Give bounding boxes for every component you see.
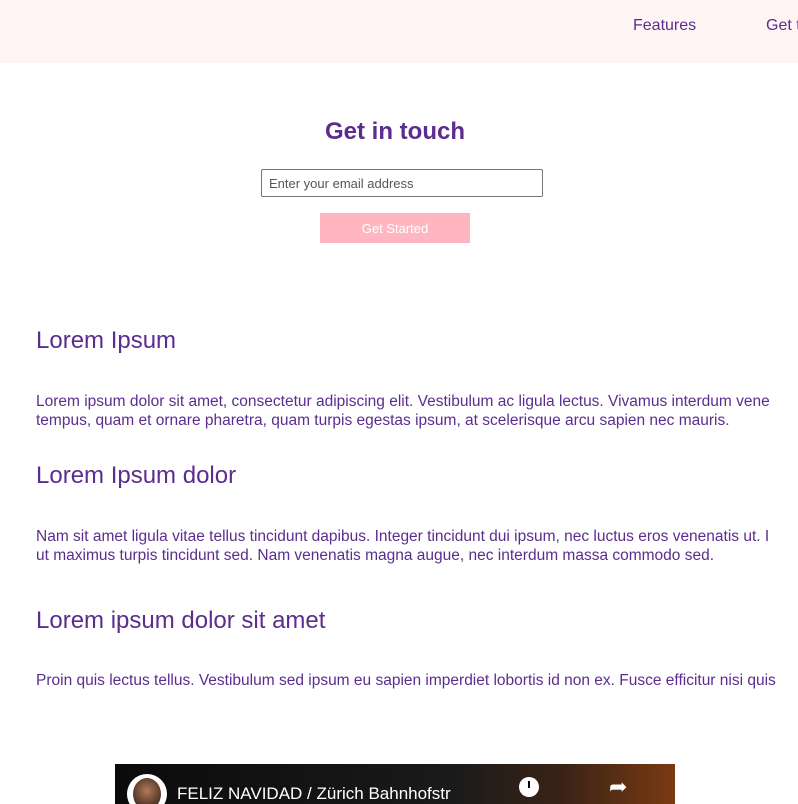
embedded-video[interactable]: FELIZ NAVIDAD / Zürich Bahnhofstr ➦: [115, 764, 675, 804]
section-text-line: tempus, quam et ornare pharetra, quam tu…: [36, 412, 730, 429]
get-started-button[interactable]: Get Started: [320, 213, 470, 243]
section-text-line: Nam sit amet ligula vitae tellus tincidu…: [36, 528, 770, 545]
share-icon[interactable]: ➦: [609, 776, 627, 798]
section-heading-lorem-ipsum: Lorem Ipsum: [36, 327, 177, 354]
section-text-line: ut maximus turpis tincidunt sed. Nam ven…: [36, 547, 715, 564]
nav-link-get-started[interactable]: Get t: [766, 17, 798, 35]
watch-later-icon[interactable]: [519, 777, 539, 797]
email-input[interactable]: [261, 169, 543, 197]
section-heading-lorem-ipsum-dolor-sit-amet: Lorem ipsum dolor sit amet: [36, 607, 326, 634]
section-text-line: Lorem ipsum dolor sit amet, consectetur …: [36, 393, 770, 410]
section-text-line: Proin quis lectus tellus. Vestibulum sed…: [36, 672, 776, 689]
section-heading-lorem-ipsum-dolor: Lorem Ipsum dolor: [36, 462, 237, 489]
nav-link-features[interactable]: Features: [633, 17, 696, 35]
channel-avatar[interactable]: [127, 774, 167, 804]
top-navbar: Features Get t: [0, 0, 798, 63]
page-title: Get in touch: [325, 118, 465, 145]
avatar-photo: [133, 778, 161, 804]
video-title[interactable]: FELIZ NAVIDAD / Zürich Bahnhofstr: [177, 784, 451, 804]
